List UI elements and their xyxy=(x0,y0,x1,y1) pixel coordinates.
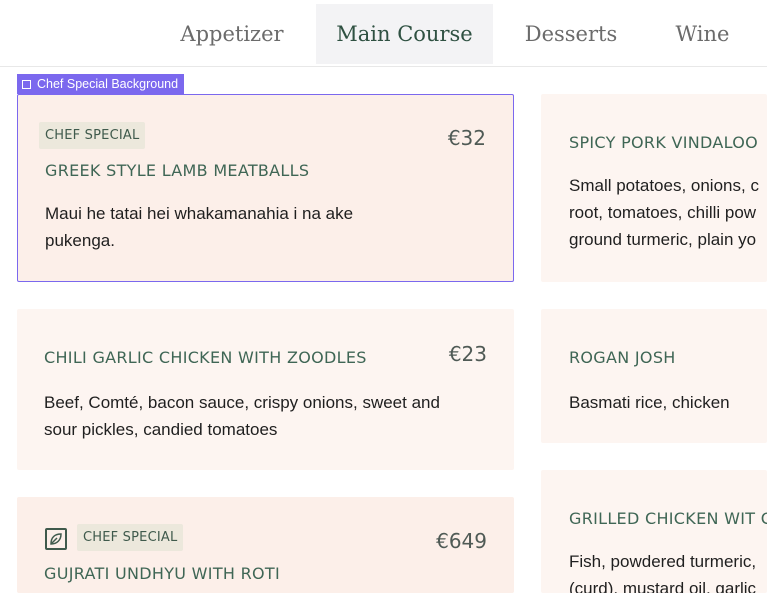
selection-label-text: Chef Special Background xyxy=(37,77,179,91)
item-title: GRILLED CHICKEN WIT C xyxy=(569,509,767,528)
selection-box-icon xyxy=(22,79,31,89)
chef-special-badge: CHEF SPECIAL xyxy=(77,524,184,551)
menu-card-rogan-josh[interactable]: ROGAN JOSH Basmati rice, chicken xyxy=(541,309,767,443)
tab-appetizer[interactable]: Appetizer xyxy=(164,4,300,64)
menu-card-gujrati[interactable]: CHEF SPECIAL €649 GUJRATI UNDHYU WITH RO… xyxy=(17,497,514,593)
tab-main-course[interactable]: Main Course xyxy=(316,4,493,64)
item-title: GUJRATI UNDHYU WITH ROTI xyxy=(44,564,281,583)
item-description: Maui he tatai hei whakamanahia i na ake … xyxy=(45,204,354,250)
leaf-icon xyxy=(45,528,67,550)
item-title: SPICY PORK VINDALOO xyxy=(569,133,759,152)
menu-card-lamb[interactable]: CHEF SPECIAL €32 GREEK STYLE LAMB MEATBA… xyxy=(17,94,514,282)
item-title: ROGAN JOSH xyxy=(569,348,676,367)
item-description: Small potatoes, onions, c root, tomatoes… xyxy=(569,176,759,249)
item-title: GREEK STYLE LAMB MEATBALLS xyxy=(45,161,310,180)
item-title: CHILI GARLIC CHICKEN WITH ZOODLES xyxy=(44,348,367,367)
tab-desserts[interactable]: Desserts xyxy=(510,4,632,64)
item-description: Basmati rice, chicken xyxy=(569,393,730,412)
menu-card-vindaloo[interactable]: SPICY PORK VINDALOO Small potatoes, onio… xyxy=(541,94,767,282)
item-price: €32 xyxy=(447,126,486,150)
tab-wine[interactable]: Wine xyxy=(660,4,745,64)
chef-special-badge: CHEF SPECIAL xyxy=(39,122,146,149)
menu-card-chili-garlic[interactable]: €23 CHILI GARLIC CHICKEN WITH ZOODLES Be… xyxy=(17,309,514,470)
menu-card-grilled-chicken[interactable]: GRILLED CHICKEN WIT C Fish, powdered tur… xyxy=(541,470,767,593)
menu-tabs: Appetizer Main Course Desserts Wine xyxy=(0,0,767,67)
selection-label: Chef Special Background xyxy=(17,74,185,94)
item-description: Beef, Comté, bacon sauce, crispy onions,… xyxy=(44,393,440,439)
item-description: Fish, powdered turmeric, (curd), mustard… xyxy=(569,552,757,593)
menu-page: Appetizer Main Course Desserts Wine Chef… xyxy=(0,0,767,593)
item-price: €23 xyxy=(448,342,487,366)
item-price: €649 xyxy=(436,529,487,553)
